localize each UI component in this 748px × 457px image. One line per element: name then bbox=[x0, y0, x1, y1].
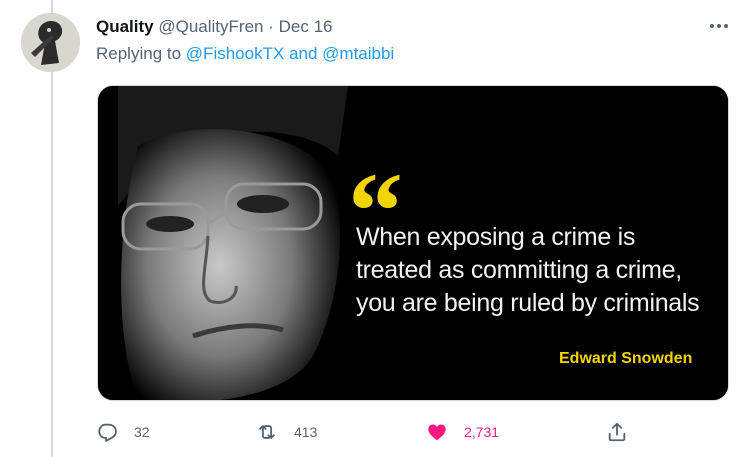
like-button[interactable]: 2,731 bbox=[426, 418, 499, 446]
replying-to: Replying to @FishookTX and @mtaibbi bbox=[96, 43, 394, 65]
quote-author: Edward Snowden bbox=[559, 350, 693, 367]
avatar-image bbox=[21, 13, 80, 72]
replying-prefix: Replying to bbox=[96, 44, 182, 63]
retweet-button[interactable]: 413 bbox=[256, 418, 317, 446]
separator: · bbox=[268, 17, 274, 36]
reply-button[interactable]: 32 bbox=[96, 418, 150, 446]
reply-user-link-2[interactable]: @mtaibbi bbox=[322, 44, 394, 63]
share-button[interactable] bbox=[606, 418, 628, 446]
avatar[interactable] bbox=[21, 13, 80, 72]
display-name[interactable]: Quality bbox=[96, 17, 154, 36]
tweet-date[interactable]: Dec 16 bbox=[279, 17, 333, 36]
reply-and[interactable]: and bbox=[289, 44, 317, 63]
reply-count: 32 bbox=[134, 424, 150, 440]
quote-line-3: you are being ruled by criminals bbox=[356, 289, 700, 317]
like-count: 2,731 bbox=[464, 424, 500, 440]
handle[interactable]: @QualityFren bbox=[158, 17, 263, 36]
tweet-image[interactable]: “ When exposing a crime is treated as co… bbox=[97, 85, 729, 401]
more-icon[interactable] bbox=[704, 14, 734, 38]
action-bar: 32 413 2,731 bbox=[96, 418, 736, 446]
retweet-count: 413 bbox=[294, 424, 318, 440]
tweet[interactable]: Quality @QualityFren · Dec 16 Replying t… bbox=[0, 0, 748, 457]
tweet-header: Quality @QualityFren · Dec 16 bbox=[96, 16, 333, 38]
quote-line-2: treated as committing a crime, bbox=[356, 256, 682, 284]
quote-text: When exposing a crime is treated as comm… bbox=[356, 221, 726, 320]
share-icon bbox=[608, 422, 626, 442]
reply-icon bbox=[98, 423, 117, 442]
reply-user-link-1[interactable]: @FishookTX bbox=[186, 44, 285, 63]
quote-line-1: When exposing a crime is bbox=[356, 223, 636, 251]
retweet-icon bbox=[259, 425, 275, 439]
heart-icon bbox=[428, 424, 446, 441]
